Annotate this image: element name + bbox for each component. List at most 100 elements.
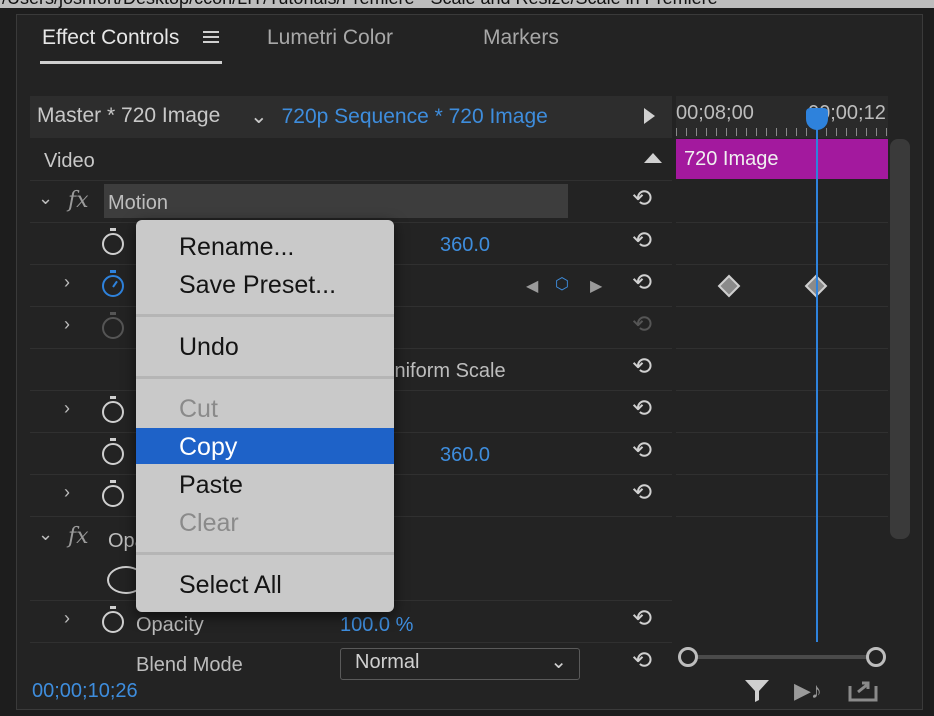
row-divider — [30, 642, 672, 643]
reset-icon[interactable]: ⟲ — [632, 436, 652, 465]
menu-item-paste[interactable]: Paste — [136, 466, 394, 502]
path-text: /Users/joshfort/Desktop/ccon/LIT/Tutoria… — [2, 0, 718, 8]
menu-item-label: Undo — [179, 333, 239, 361]
play-triangle-icon[interactable] — [644, 108, 655, 124]
menu-item-label: Select All — [179, 571, 282, 599]
tab-effect-controls[interactable]: Effect Controls — [42, 26, 179, 50]
play-audio-icon[interactable]: ▶♪ — [794, 678, 822, 704]
stopwatch-icon[interactable] — [102, 606, 124, 633]
video-section-label: Video — [44, 150, 95, 172]
reset-disabled-icon: ⟲ — [632, 311, 653, 338]
menu-item-label: Save Preset... — [179, 271, 337, 299]
menu-item-label: Rename... — [179, 233, 295, 261]
master-clip-label[interactable]: Master * 720 Image — [37, 104, 220, 128]
blend-mode-value: Normal — [355, 651, 420, 673]
blend-mode-label: Blend Mode — [136, 654, 243, 676]
sequence-selector[interactable]: ⌄ 720p Sequence * 720 Image — [250, 104, 548, 129]
zoom-track — [688, 655, 878, 659]
collapse-up-icon[interactable] — [644, 153, 662, 163]
zoom-handle-right[interactable] — [866, 647, 886, 667]
clip-label: 720 Image — [684, 148, 779, 170]
menu-separator — [136, 552, 394, 555]
reset-icon[interactable]: ⟲ — [632, 226, 652, 255]
position-value[interactable]: 360.0 — [440, 234, 490, 257]
tab-markers[interactable]: Markers — [483, 26, 559, 50]
playhead-line[interactable] — [816, 128, 818, 642]
timeline-row-divider — [676, 348, 888, 349]
vertical-scrollbar[interactable] — [890, 139, 910, 539]
reset-icon[interactable]: ⟲ — [632, 184, 652, 213]
twirl-closed-icon[interactable]: › — [64, 314, 70, 335]
hamburger-menu-icon[interactable] — [203, 30, 219, 44]
export-icon[interactable] — [848, 678, 878, 707]
fx-badge[interactable]: fx — [68, 524, 89, 549]
menu-item-clear: Clear — [136, 504, 394, 540]
motion-effect-header[interactable]: Motion — [104, 184, 568, 218]
stopwatch-icon[interactable] — [102, 438, 124, 465]
menu-item-label: Paste — [179, 471, 243, 499]
blend-mode-select[interactable]: Normal ⌄ — [340, 648, 580, 680]
opacity-value[interactable]: 100.0 % — [340, 614, 413, 637]
uniform-scale-label: Uniform Scale — [392, 360, 512, 383]
reset-icon[interactable]: ⟲ — [632, 268, 652, 297]
stopwatch-icon[interactable] — [102, 228, 124, 255]
anchor-value[interactable]: 360.0 — [440, 444, 490, 467]
row-divider — [30, 180, 672, 181]
reset-icon[interactable]: ⟲ — [632, 394, 652, 423]
stopwatch-active-icon[interactable] — [102, 270, 124, 297]
next-keyframe-icon[interactable]: ▶ — [590, 276, 602, 296]
twirl-closed-icon[interactable]: › — [64, 482, 70, 503]
timeline-clip[interactable]: 720 Image — [676, 139, 888, 179]
stopwatch-disabled-icon — [102, 312, 124, 339]
add-keyframe-icon[interactable]: ⬡ — [555, 274, 569, 294]
menu-item-select-all[interactable]: Select All — [136, 566, 394, 602]
timeline-row-divider — [676, 306, 888, 307]
sequence-name: 720p Sequence * 720 Image — [281, 105, 548, 128]
opacity-label: Opacity — [136, 614, 204, 636]
reset-icon[interactable]: ⟲ — [632, 352, 652, 381]
time-ruler[interactable]: 00;08;00 00;00;12 — [676, 96, 888, 138]
timeline-row-divider — [676, 516, 888, 517]
zoom-handle-left[interactable] — [678, 647, 698, 667]
timeline-row-divider — [676, 222, 888, 223]
context-menu: Rename... Save Preset... Undo Cut Copy P… — [136, 220, 394, 612]
menu-separator — [136, 376, 394, 379]
ruler-timecode-left: 00;08;00 — [676, 102, 754, 124]
menu-item-save-preset[interactable]: Save Preset... — [136, 266, 394, 302]
stopwatch-icon[interactable] — [102, 396, 124, 423]
fx-badge[interactable]: fx — [68, 188, 89, 213]
ruler-ticks — [676, 128, 888, 136]
menu-item-cut: Cut — [136, 390, 394, 426]
menu-item-label: Cut — [179, 395, 218, 423]
chevron-down-icon: ⌄ — [250, 105, 268, 128]
playhead-handle[interactable] — [806, 108, 828, 130]
tab-lumetri-color[interactable]: Lumetri Color — [267, 26, 393, 50]
timeline-zoom-scrollbar[interactable] — [678, 646, 888, 668]
timeline-row-divider — [676, 474, 888, 475]
prev-keyframe-icon[interactable]: ◀ — [526, 276, 538, 296]
timeline-row-divider — [676, 264, 888, 265]
chevron-down-icon: ⌄ — [550, 651, 567, 673]
twirl-closed-icon[interactable]: › — [64, 272, 70, 293]
current-timecode[interactable]: 00;00;10;26 — [32, 680, 138, 703]
menu-item-label: Clear — [179, 509, 239, 537]
path-bar: /Users/joshfort/Desktop/ccon/LIT/Tutoria… — [0, 0, 934, 8]
active-tab-underline — [40, 61, 222, 64]
stopwatch-icon[interactable] — [102, 480, 124, 507]
opacity-section-text: Opacity — [108, 530, 136, 552]
reset-icon[interactable]: ⟲ — [632, 604, 652, 633]
timeline-row-divider — [676, 432, 888, 433]
twirl-closed-icon[interactable]: › — [64, 398, 70, 419]
filter-icon[interactable] — [744, 678, 770, 709]
menu-item-undo[interactable]: Undo — [136, 328, 394, 364]
twirl-closed-icon[interactable]: › — [64, 608, 70, 629]
twirl-open-icon[interactable]: ⌄ — [38, 188, 53, 209]
menu-item-copy[interactable]: Copy — [136, 428, 394, 464]
reset-icon[interactable]: ⟲ — [632, 646, 652, 675]
opacity-section-label[interactable]: Opacity — [108, 530, 136, 553]
timeline-row-divider — [676, 390, 888, 391]
menu-item-rename[interactable]: Rename... — [136, 228, 394, 264]
reset-icon[interactable]: ⟲ — [632, 478, 652, 507]
twirl-open-icon[interactable]: ⌄ — [38, 524, 53, 545]
menu-separator — [136, 314, 394, 317]
